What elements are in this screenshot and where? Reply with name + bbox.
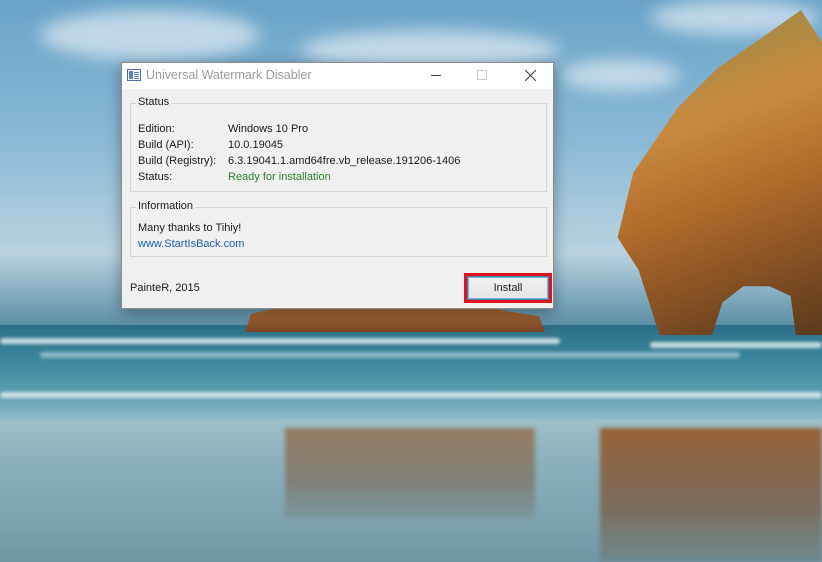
install-button[interactable]: Install [467,276,549,300]
build-api-value: 10.0.19045 [228,139,284,151]
edition-label: Edition: [138,123,175,135]
wave [0,338,560,344]
build-registry-value: 6.3.19041.1.amd64fre.vb_release.191206-1… [228,155,461,167]
rock-reflection [285,428,535,518]
status-group: Status Edition: Windows 10 Pro Build (AP… [130,96,547,192]
startisback-link[interactable]: www.StartIsBack.com [138,238,244,250]
app-window-icon [127,69,141,81]
close-button[interactable] [507,63,553,89]
status-label: Status: [138,171,173,183]
cloud [560,60,680,90]
build-api-label: Build (API): [138,139,194,151]
desktop-background: Universal Watermark Disabler Status Edit… [0,0,822,562]
rock-reflection [600,428,822,562]
wave [40,352,740,358]
build-registry-label: Build (Registry): [138,155,217,167]
sea-arch-rock [617,10,822,335]
distant-rock [245,306,545,332]
thanks-message: Many thanks to Tihiy! [138,222,242,234]
maximize-button [459,63,505,89]
information-legend: Information [136,200,196,212]
information-group: Information Many thanks to Tihiy! www.St… [130,200,547,257]
window-title: Universal Watermark Disabler [146,68,312,82]
cloud [40,10,260,60]
status-value: Ready for installation [228,171,331,183]
wave [650,342,822,348]
edition-value: Windows 10 Pro [228,123,309,135]
close-icon [525,70,536,81]
uwd-dialog: Universal Watermark Disabler Status Edit… [121,62,554,309]
wave [0,392,822,398]
maximize-icon [477,70,487,80]
minimize-button[interactable] [413,63,459,89]
author-credit: PainteR, 2015 [130,282,200,294]
title-bar[interactable]: Universal Watermark Disabler [122,63,553,89]
status-legend: Status [136,96,172,108]
minimize-icon [431,75,441,76]
